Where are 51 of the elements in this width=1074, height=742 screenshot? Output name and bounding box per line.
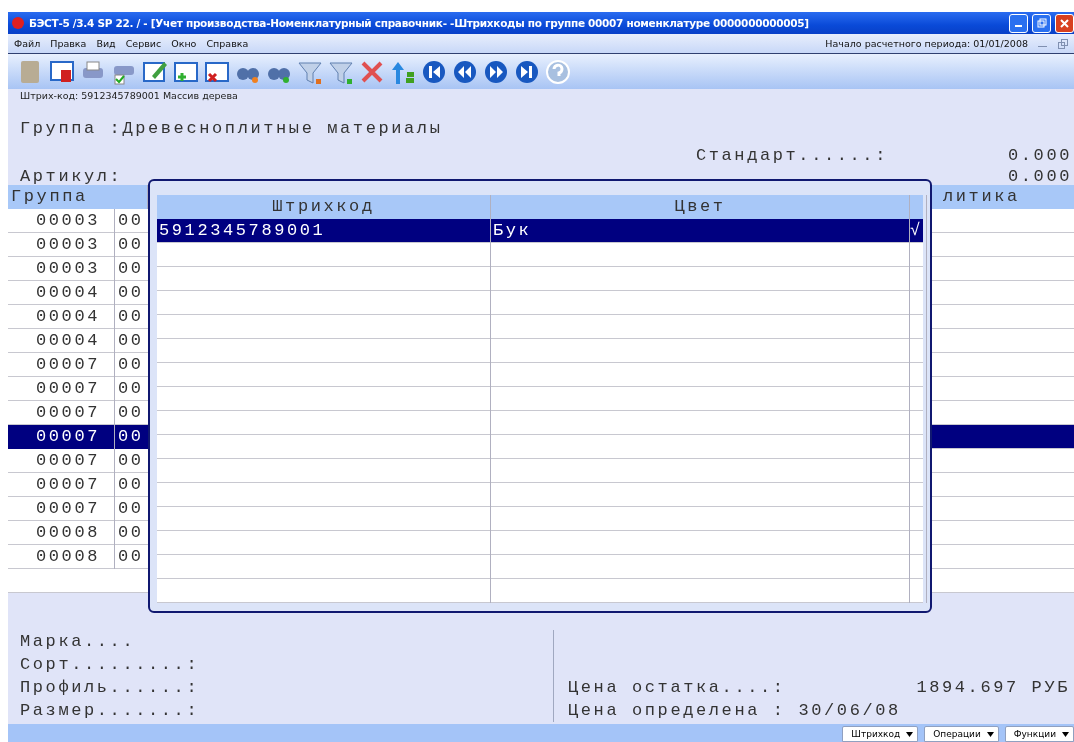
menu-button[interactable]: Функции: [1004, 726, 1074, 742]
standard-value: 0.000: [1008, 145, 1072, 165]
table-cell-text: 00: [117, 402, 145, 424]
table-cell-text: 00: [117, 474, 145, 496]
menu-button[interactable]: Штрихкод: [842, 726, 919, 742]
restore-icon[interactable]: [1058, 38, 1068, 49]
table-cell-text: 00: [117, 306, 145, 328]
price-date: Цена определена : 30/06/08: [568, 700, 901, 722]
table-cell: 00007: [8, 425, 115, 449]
window-title: БЭСТ-5 /3.4 SP 22. / - [Учет производства-Номенклатурный справочник- -Штрихкоды по группе 00007 номенклатуре 0000000000005]: [29, 17, 810, 29]
table-cell-text: 00: [117, 498, 145, 520]
field-label: Сорт.........:: [20, 654, 200, 676]
group-label: Группа :Древесноплитные материалы: [20, 118, 443, 138]
restore-icon: [1036, 18, 1047, 28]
period-label: Начало расчетного периода: 01/01/2008: [825, 38, 1028, 49]
table-cell-text: 00: [117, 354, 145, 376]
menu-item[interactable]: Правка: [50, 38, 87, 49]
menu-item[interactable]: Сервис: [125, 38, 162, 49]
article-value: 0.000: [1008, 166, 1072, 186]
app-logo-icon: [11, 16, 25, 30]
field-label: Профиль......:: [20, 677, 200, 699]
caret-icon: [1062, 731, 1069, 737]
table-cell-text: 00: [117, 378, 145, 400]
minimize-button[interactable]: [1009, 13, 1028, 33]
menu-item[interactable]: Вид: [96, 38, 116, 49]
close-icon: [1060, 18, 1069, 28]
caret-icon: [986, 731, 994, 737]
field-label: Марка....: [20, 631, 136, 653]
menu-item[interactable]: Справка: [206, 38, 249, 49]
table-cell-text: 00: [117, 450, 145, 472]
table-cell-text: 00: [117, 234, 145, 256]
table-cell-text: 00: [117, 546, 145, 568]
column-header: литика: [942, 186, 1021, 208]
price-label: Цена остатка....:: [568, 677, 786, 699]
article-label: Артикул:: [20, 166, 123, 186]
column-header: Группа: [10, 186, 89, 208]
menu-button[interactable]: Операции: [924, 726, 999, 742]
menu-item[interactable]: Файл: [14, 38, 41, 49]
table-cell-text: 00: [117, 258, 145, 280]
restore-button[interactable]: [1032, 13, 1051, 33]
menu-item[interactable]: Окно: [171, 38, 197, 49]
table-cell-text: 00: [117, 282, 145, 304]
field-label: Размер.......:: [20, 700, 200, 722]
table-cell-text: 00: [117, 330, 145, 352]
standard-label: Стандарт......:: [695, 145, 888, 165]
table-cell-text: 00: [117, 210, 145, 232]
close-button[interactable]: [1055, 13, 1074, 33]
caret-icon: [906, 731, 914, 737]
table-cell-text: 00: [117, 522, 145, 544]
hint-text: Штрих-код: 5912345789001 Массив дерева: [8, 89, 1074, 103]
price-value: 1894.697 РУБ: [916, 677, 1070, 699]
